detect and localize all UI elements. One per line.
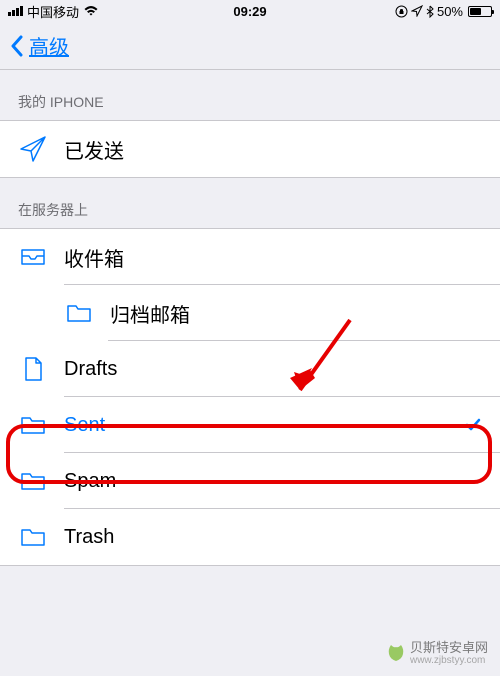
- battery-percent: 50%: [437, 4, 463, 19]
- status-time: 09:29: [233, 4, 266, 19]
- watermark-url: www.zjbstyy.com: [410, 655, 488, 666]
- list-item-spam[interactable]: Spam: [0, 453, 500, 509]
- list-iphone: 已发送: [0, 120, 500, 178]
- inbox-icon: [18, 242, 48, 272]
- list-server: 收件箱 归档邮箱 Drafts Sent Spam Trash: [0, 228, 500, 566]
- section-header-iphone: 我的 IPHONE: [0, 70, 500, 120]
- back-label: 高级: [29, 31, 69, 60]
- watermark: 贝斯特安卓网 www.zjbstyy.com: [386, 641, 488, 666]
- status-right: 50%: [395, 4, 492, 19]
- wifi-icon: [83, 5, 99, 17]
- battery-icon: [468, 6, 492, 17]
- status-left: 中国移动: [8, 2, 99, 21]
- folder-icon: [18, 466, 48, 496]
- item-label: 归档邮箱: [110, 299, 482, 328]
- list-item-archive[interactable]: 归档邮箱: [0, 285, 500, 341]
- watermark-name: 贝斯特安卓网: [410, 641, 488, 655]
- item-label: 已发送: [64, 135, 482, 164]
- nav-bar: 高级: [0, 22, 500, 70]
- watermark-logo-icon: [386, 643, 406, 663]
- list-item-sent-local[interactable]: 已发送: [0, 121, 500, 177]
- paper-plane-icon: [18, 134, 48, 164]
- list-item-trash[interactable]: Trash: [0, 509, 500, 565]
- list-item-sent[interactable]: Sent: [0, 397, 500, 453]
- list-item-drafts[interactable]: Drafts: [0, 341, 500, 397]
- section-header-server: 在服务器上: [0, 178, 500, 228]
- item-label: Trash: [64, 526, 482, 549]
- status-bar: 中国移动 09:29 50%: [0, 0, 500, 22]
- document-icon: [18, 354, 48, 384]
- folder-icon: [64, 298, 94, 328]
- list-item-inbox[interactable]: 收件箱: [0, 229, 500, 285]
- back-button[interactable]: 高级: [10, 31, 69, 60]
- folder-icon: [18, 522, 48, 552]
- signal-icon: [8, 6, 23, 16]
- bluetooth-icon: [426, 5, 434, 18]
- folder-icon: [18, 410, 48, 440]
- location-icon: [411, 5, 423, 17]
- lock-rotation-icon: [395, 5, 408, 18]
- item-label: Drafts: [64, 358, 482, 381]
- back-chevron-icon: [10, 35, 23, 57]
- item-label: Sent: [64, 414, 464, 437]
- carrier-label: 中国移动: [27, 2, 79, 21]
- item-label: Spam: [64, 470, 482, 493]
- checkmark-icon: [464, 416, 482, 434]
- item-label: 收件箱: [64, 243, 482, 272]
